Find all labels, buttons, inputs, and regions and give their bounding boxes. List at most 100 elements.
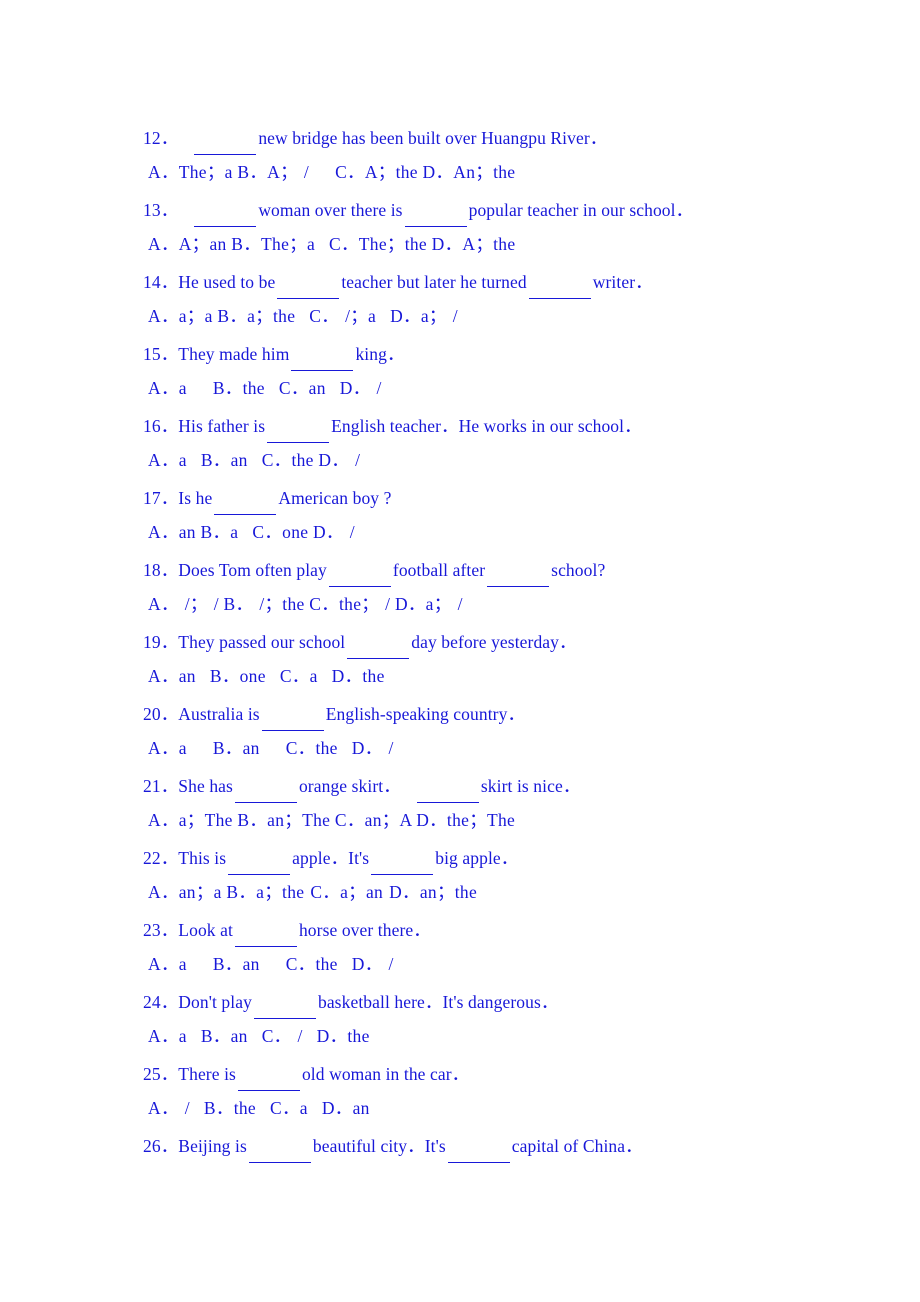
fill-in-blank[interactable]: [347, 622, 410, 659]
question-line: 17．Is he American boy ?: [143, 478, 880, 515]
question-text: 21．She has: [143, 776, 233, 796]
option-text: B．an: [212, 738, 260, 758]
question-text: 13．: [143, 200, 179, 220]
option-text: B．an: [212, 954, 260, 974]
option-text: C．the: [285, 738, 338, 758]
option-text: C．the: [285, 954, 338, 974]
option-text: A．an: [148, 666, 196, 686]
fill-in-blank[interactable]: [237, 1054, 300, 1091]
option-text: /: [349, 522, 355, 542]
question-line: 22．This is apple．It's big apple．: [143, 838, 880, 875]
question-text: 18．Does Tom often play: [143, 560, 327, 580]
option-text: /: [457, 594, 463, 614]
fill-in-blank[interactable]: [267, 406, 330, 443]
option-text: D．the: [316, 1026, 370, 1046]
question-text: popular teacher in our school．: [468, 200, 694, 220]
options-line: A．an B．one C．a D．the: [143, 658, 880, 694]
options-line: A．a；a B．a；the C．/；a D．a； /: [143, 298, 880, 334]
question-text: big apple．: [435, 848, 519, 868]
option-text: /: [388, 954, 394, 974]
option-text: /；the C．the；: [259, 594, 380, 614]
option-text: C．one D．: [252, 522, 344, 542]
question-line: 24．Don't play basketball here．It's dange…: [143, 982, 880, 1019]
fill-in-blank[interactable]: [447, 1126, 510, 1163]
options-line: A．The；a B．A； / C．A；the D．An；the: [143, 154, 880, 190]
options-line: A．an；a B．a；the C．a；an D．an；the: [143, 874, 880, 910]
question-line: 13． woman over there is popular teacher …: [143, 190, 880, 227]
question-text: 14．He used to be: [143, 272, 276, 292]
option-text: B．the: [212, 378, 265, 398]
question-text: king．: [355, 344, 405, 364]
option-text: /: [184, 1098, 190, 1118]
option-text: /: [303, 162, 310, 182]
option-text: A．a: [148, 954, 187, 974]
option-text: D．an；the: [389, 882, 478, 902]
option-text: A．: [148, 1098, 179, 1118]
options-line: A．a B．the C．an D． /: [143, 370, 880, 406]
fill-in-blank[interactable]: [487, 550, 550, 587]
options-line: A．a；The B．an；The C．an；A D．the；The: [143, 802, 880, 838]
options-line: A．a B．an C． / D．the: [143, 1018, 880, 1054]
fill-in-blank[interactable]: [214, 478, 277, 515]
option-text: A．: [148, 594, 179, 614]
question-text: English-speaking country．: [325, 704, 526, 724]
question-text: old woman in the car．: [301, 1064, 470, 1084]
question-text: capital of China．: [511, 1136, 643, 1156]
question-text: American boy ?: [278, 488, 392, 508]
fill-in-blank[interactable]: [228, 838, 291, 875]
question-text: apple．It's: [292, 848, 370, 868]
fill-in-blank[interactable]: [277, 262, 340, 299]
options-line: A．A；an B．The；a C．The；the D．A；the: [143, 226, 880, 262]
options-line: A．a B．an C．the D． /: [143, 946, 880, 982]
fill-in-blank[interactable]: [234, 766, 297, 803]
question-text: skirt is nice．: [480, 776, 581, 796]
options-line: A． / B．the C．a D．an: [143, 1090, 880, 1126]
question-line: 12． new bridge has been built over Huang…: [143, 118, 880, 155]
option-text: A．a: [148, 450, 187, 470]
question-line: 21．She has orange skirt． skirt is nice．: [143, 766, 880, 803]
question-text: basketball here．It's dangerous．: [317, 992, 559, 1012]
fill-in-blank[interactable]: [371, 838, 434, 875]
option-text: C．A；the D．An；the: [335, 162, 516, 182]
option-text: A．a: [148, 738, 187, 758]
fill-in-blank[interactable]: [404, 190, 467, 227]
fill-in-blank[interactable]: [248, 1126, 311, 1163]
question-text: day before yesterday．: [411, 632, 577, 652]
question-text: writer．: [592, 272, 653, 292]
fill-in-blank[interactable]: [234, 910, 297, 947]
option-text: /: [297, 1026, 303, 1046]
option-text: /: [388, 738, 394, 758]
fill-in-blank[interactable]: [261, 694, 324, 731]
question-line: 26．Beijing is beautiful city．It's capita…: [143, 1126, 880, 1163]
options-line: A．a B．an C．the D． /: [143, 442, 880, 478]
option-text: A．an；a B．a；the: [148, 882, 305, 902]
question-text: 22．This is: [143, 848, 227, 868]
option-text: /: [452, 306, 458, 326]
worksheet-page: 12． new bridge has been built over Huang…: [0, 0, 920, 1302]
question-text: English teacher．He works in our school．: [331, 416, 642, 436]
fill-in-blank[interactable]: [291, 334, 354, 371]
option-text: C．a: [269, 1098, 308, 1118]
options-line: A．/； / B．/；the C．the； / D．a； /: [143, 586, 880, 622]
options-line: A．an B．a C．one D． /: [143, 514, 880, 550]
question-text: 26．Beijing is: [143, 1136, 247, 1156]
fill-in-blank[interactable]: [528, 262, 591, 299]
option-text: C．: [261, 1026, 292, 1046]
question-text: 16．His father is: [143, 416, 266, 436]
fill-in-blank[interactable]: [253, 982, 316, 1019]
fill-in-blank[interactable]: [194, 118, 257, 155]
option-text: B．an: [200, 450, 248, 470]
fill-in-blank[interactable]: [194, 190, 257, 227]
option-text: A．a: [148, 378, 187, 398]
question-text: 23．Look at: [143, 920, 233, 940]
fill-in-blank[interactable]: [416, 766, 479, 803]
question-text: woman over there is: [258, 200, 403, 220]
fill-in-blank[interactable]: [328, 550, 391, 587]
question-list: 12． new bridge has been built over Huang…: [143, 118, 880, 1163]
question-text: beautiful city．It's: [312, 1136, 446, 1156]
option-text: D．the: [331, 666, 385, 686]
option-text: A．The；a B．A；: [148, 162, 298, 182]
option-text: A．a；a B．a；the: [148, 306, 296, 326]
option-text: D．: [339, 378, 371, 398]
option-text: C．: [309, 306, 340, 326]
